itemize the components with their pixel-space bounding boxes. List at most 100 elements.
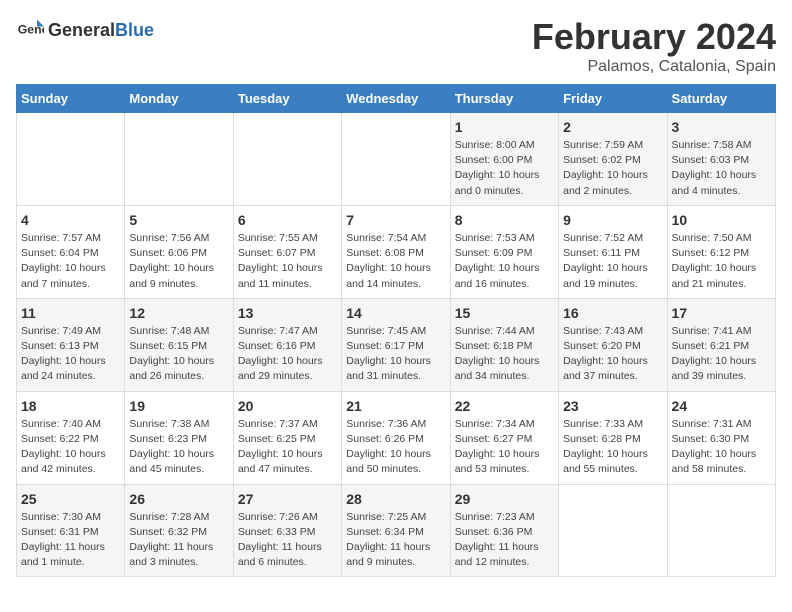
day-number: 16 [563, 305, 662, 321]
week-row-3: 11 Sunrise: 7:49 AMSunset: 6:13 PMDayligh… [17, 298, 776, 391]
day-info: Sunrise: 8:00 AMSunset: 6:00 PMDaylight:… [455, 138, 554, 199]
day-number: 21 [346, 398, 445, 414]
day-number: 7 [346, 212, 445, 228]
day-info: Sunrise: 7:41 AMSunset: 6:21 PMDaylight:… [672, 324, 771, 385]
week-row-5: 25Sunrise: 7:30 AMSunset: 6:31 PMDayligh… [17, 484, 776, 577]
day-info: Sunrise: 7:48 AMSunset: 6:15 PMDaylight:… [129, 324, 228, 385]
day-info: Sunrise: 7:33 AMSunset: 6:28 PMDaylight:… [563, 417, 662, 478]
week-row-4: 18 Sunrise: 7:40 AMSunset: 6:22 PMDayligh… [17, 391, 776, 484]
weekday-header-monday: Monday [125, 85, 233, 113]
day-number: 18 [21, 398, 120, 414]
weekday-header-thursday: Thursday [450, 85, 558, 113]
calendar-cell: 5 Sunrise: 7:56 AMSunset: 6:06 PMDaylight… [125, 205, 233, 298]
weekday-header-sunday: Sunday [17, 85, 125, 113]
calendar-cell: 18 Sunrise: 7:40 AMSunset: 6:22 PMDayligh… [17, 391, 125, 484]
day-number: 12 [129, 305, 228, 321]
day-number: 23 [563, 398, 662, 414]
calendar-cell: 12 Sunrise: 7:48 AMSunset: 6:15 PMDayligh… [125, 298, 233, 391]
calendar-cell: 4 Sunrise: 7:57 AMSunset: 6:04 PMDaylight… [17, 205, 125, 298]
day-number: 2 [563, 119, 662, 135]
header-row: SundayMondayTuesdayWednesdayThursdayFrid… [17, 85, 776, 113]
subtitle: Palamos, Catalonia, Spain [532, 58, 776, 76]
logo-icon: General [16, 16, 44, 44]
day-number: 17 [672, 305, 771, 321]
day-info: Sunrise: 7:30 AMSunset: 6:31 PMDaylight:… [21, 510, 120, 571]
day-info: Sunrise: 7:40 AMSunset: 6:22 PMDaylight:… [21, 417, 120, 478]
calendar-cell: 11 Sunrise: 7:49 AMSunset: 6:13 PMDayligh… [17, 298, 125, 391]
day-info: Sunrise: 7:43 AMSunset: 6:20 PMDaylight:… [563, 324, 662, 385]
logo-blue-text: Blue [115, 20, 154, 40]
day-info: Sunrise: 7:44 AMSunset: 6:18 PMDaylight:… [455, 324, 554, 385]
day-number: 20 [238, 398, 337, 414]
day-number: 10 [672, 212, 771, 228]
day-info: Sunrise: 7:59 AMSunset: 6:02 PMDaylight:… [563, 138, 662, 199]
day-number: 26 [129, 491, 228, 507]
day-number: 5 [129, 212, 228, 228]
day-info: Sunrise: 7:31 AMSunset: 6:30 PMDaylight:… [672, 417, 771, 478]
day-info: Sunrise: 7:56 AMSunset: 6:06 PMDaylight:… [129, 231, 228, 292]
calendar-cell: 15Sunrise: 7:44 AMSunset: 6:18 PMDayligh… [450, 298, 558, 391]
calendar-cell: 13 Sunrise: 7:47 AMSunset: 6:16 PMDayligh… [233, 298, 341, 391]
calendar-cell: 21Sunrise: 7:36 AMSunset: 6:26 PMDayligh… [342, 391, 450, 484]
header: General GeneralBlue February 2024 Palamo… [16, 16, 776, 76]
calendar-cell: 14 Sunrise: 7:45 AMSunset: 6:17 PMDayligh… [342, 298, 450, 391]
day-number: 19 [129, 398, 228, 414]
calendar-cell [233, 113, 341, 206]
weekday-header-wednesday: Wednesday [342, 85, 450, 113]
calendar-cell: 20 Sunrise: 7:37 AMSunset: 6:25 PMDayligh… [233, 391, 341, 484]
day-number: 4 [21, 212, 120, 228]
day-info: Sunrise: 7:52 AMSunset: 6:11 PMDaylight:… [563, 231, 662, 292]
day-number: 9 [563, 212, 662, 228]
logo-general-text: General [48, 20, 115, 40]
calendar-cell: 1 Sunrise: 8:00 AMSunset: 6:00 PMDaylight… [450, 113, 558, 206]
day-info: Sunrise: 7:53 AMSunset: 6:09 PMDaylight:… [455, 231, 554, 292]
calendar-table: SundayMondayTuesdayWednesdayThursdayFrid… [16, 84, 776, 577]
day-number: 13 [238, 305, 337, 321]
calendar-cell: 3 Sunrise: 7:58 AMSunset: 6:03 PMDaylight… [667, 113, 775, 206]
calendar-cell: 24 Sunrise: 7:31 AMSunset: 6:30 PMDayligh… [667, 391, 775, 484]
day-info: Sunrise: 7:45 AMSunset: 6:17 PMDaylight:… [346, 324, 445, 385]
day-number: 27 [238, 491, 337, 507]
day-info: Sunrise: 7:47 AMSunset: 6:16 PMDaylight:… [238, 324, 337, 385]
day-info: Sunrise: 7:50 AMSunset: 6:12 PMDaylight:… [672, 231, 771, 292]
weekday-header-tuesday: Tuesday [233, 85, 341, 113]
day-info: Sunrise: 7:28 AMSunset: 6:32 PMDaylight:… [129, 510, 228, 571]
weekday-header-saturday: Saturday [667, 85, 775, 113]
calendar-cell: 16 Sunrise: 7:43 AMSunset: 6:20 PMDayligh… [559, 298, 667, 391]
calendar-cell: 23 Sunrise: 7:33 AMSunset: 6:28 PMDayligh… [559, 391, 667, 484]
calendar-cell: 29Sunrise: 7:23 AMSunset: 6:36 PMDayligh… [450, 484, 558, 577]
day-info: Sunrise: 7:34 AMSunset: 6:27 PMDaylight:… [455, 417, 554, 478]
day-info: Sunrise: 7:25 AMSunset: 6:34 PMDaylight:… [346, 510, 445, 571]
calendar-cell [667, 484, 775, 577]
day-number: 3 [672, 119, 771, 135]
calendar-cell: 22 Sunrise: 7:34 AMSunset: 6:27 PMDayligh… [450, 391, 558, 484]
day-number: 6 [238, 212, 337, 228]
main-title: February 2024 [532, 16, 776, 58]
calendar-cell: 8Sunrise: 7:53 AMSunset: 6:09 PMDaylight… [450, 205, 558, 298]
day-number: 1 [455, 119, 554, 135]
title-area: February 2024 Palamos, Catalonia, Spain [532, 16, 776, 76]
calendar-cell: 9 Sunrise: 7:52 AMSunset: 6:11 PMDaylight… [559, 205, 667, 298]
day-info: Sunrise: 7:58 AMSunset: 6:03 PMDaylight:… [672, 138, 771, 199]
day-number: 24 [672, 398, 771, 414]
day-number: 14 [346, 305, 445, 321]
day-info: Sunrise: 7:55 AMSunset: 6:07 PMDaylight:… [238, 231, 337, 292]
day-info: Sunrise: 7:57 AMSunset: 6:04 PMDaylight:… [21, 231, 120, 292]
calendar-cell: 27Sunrise: 7:26 AMSunset: 6:33 PMDayligh… [233, 484, 341, 577]
day-number: 11 [21, 305, 120, 321]
calendar-cell: 25Sunrise: 7:30 AMSunset: 6:31 PMDayligh… [17, 484, 125, 577]
day-info: Sunrise: 7:54 AMSunset: 6:08 PMDaylight:… [346, 231, 445, 292]
day-number: 28 [346, 491, 445, 507]
day-number: 29 [455, 491, 554, 507]
day-info: Sunrise: 7:49 AMSunset: 6:13 PMDaylight:… [21, 324, 120, 385]
calendar-cell: 2 Sunrise: 7:59 AMSunset: 6:02 PMDaylight… [559, 113, 667, 206]
calendar-cell [559, 484, 667, 577]
day-info: Sunrise: 7:38 AMSunset: 6:23 PMDaylight:… [129, 417, 228, 478]
calendar-cell: 28 Sunrise: 7:25 AMSunset: 6:34 PMDayligh… [342, 484, 450, 577]
calendar-cell [17, 113, 125, 206]
day-number: 22 [455, 398, 554, 414]
week-row-2: 4 Sunrise: 7:57 AMSunset: 6:04 PMDaylight… [17, 205, 776, 298]
day-info: Sunrise: 7:37 AMSunset: 6:25 PMDaylight:… [238, 417, 337, 478]
weekday-header-friday: Friday [559, 85, 667, 113]
logo: General GeneralBlue [16, 16, 154, 44]
